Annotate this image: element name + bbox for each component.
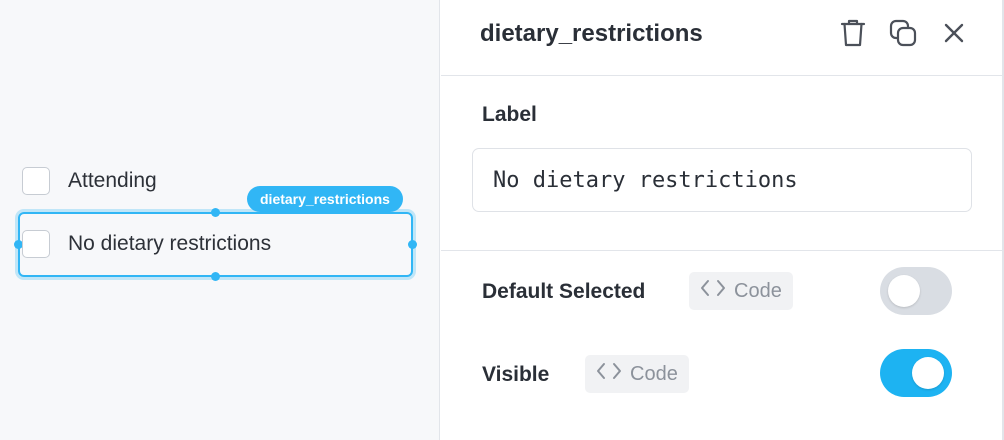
code-button-visible[interactable]: Code: [585, 355, 689, 393]
inspector-panel: dietary_restrictions Label No dietary re…: [441, 0, 1004, 440]
code-brackets-icon: [596, 362, 622, 386]
section-divider: [441, 250, 1002, 251]
component-name-tag: dietary_restrictions: [247, 186, 403, 212]
toggle-default-selected[interactable]: [880, 267, 952, 315]
property-label: Visible: [482, 363, 550, 386]
code-button-label: Code: [734, 279, 782, 302]
resize-handle-right[interactable]: [408, 240, 417, 249]
duplicate-icon[interactable]: [887, 17, 919, 49]
toggle-knob: [912, 357, 944, 389]
label-input[interactable]: [472, 148, 972, 212]
checkbox-box[interactable]: [22, 167, 50, 195]
code-button-default-selected[interactable]: Code: [689, 272, 793, 310]
property-default-selected: Default Selected: [482, 272, 645, 312]
code-button-label: Code: [630, 362, 678, 385]
toggle-knob: [888, 275, 920, 307]
resize-handle-bottom[interactable]: [211, 272, 220, 281]
toggle-visible[interactable]: [880, 349, 952, 397]
inspector-title: dietary_restrictions: [480, 20, 703, 47]
property-visible: Visible: [482, 355, 549, 395]
checkbox-label: No dietary restrictions: [68, 232, 272, 255]
property-label: Default Selected: [482, 280, 646, 303]
checkbox-label: Attending: [68, 169, 157, 192]
close-icon[interactable]: [938, 17, 970, 49]
resize-handle-top[interactable]: [211, 208, 220, 217]
checkbox-attending[interactable]: Attending: [22, 166, 157, 196]
trash-icon[interactable]: [837, 17, 869, 49]
code-brackets-icon: [700, 279, 726, 303]
checkbox-dietary-restrictions[interactable]: No dietary restrictions: [22, 229, 271, 259]
canvas: Attending No dietary restrictions dietar…: [0, 0, 440, 440]
inspector-header: dietary_restrictions: [441, 0, 1002, 76]
app-root: Attending No dietary restrictions dietar…: [0, 0, 1004, 440]
checkbox-box[interactable]: [22, 230, 50, 258]
label-section-title: Label: [482, 103, 537, 126]
